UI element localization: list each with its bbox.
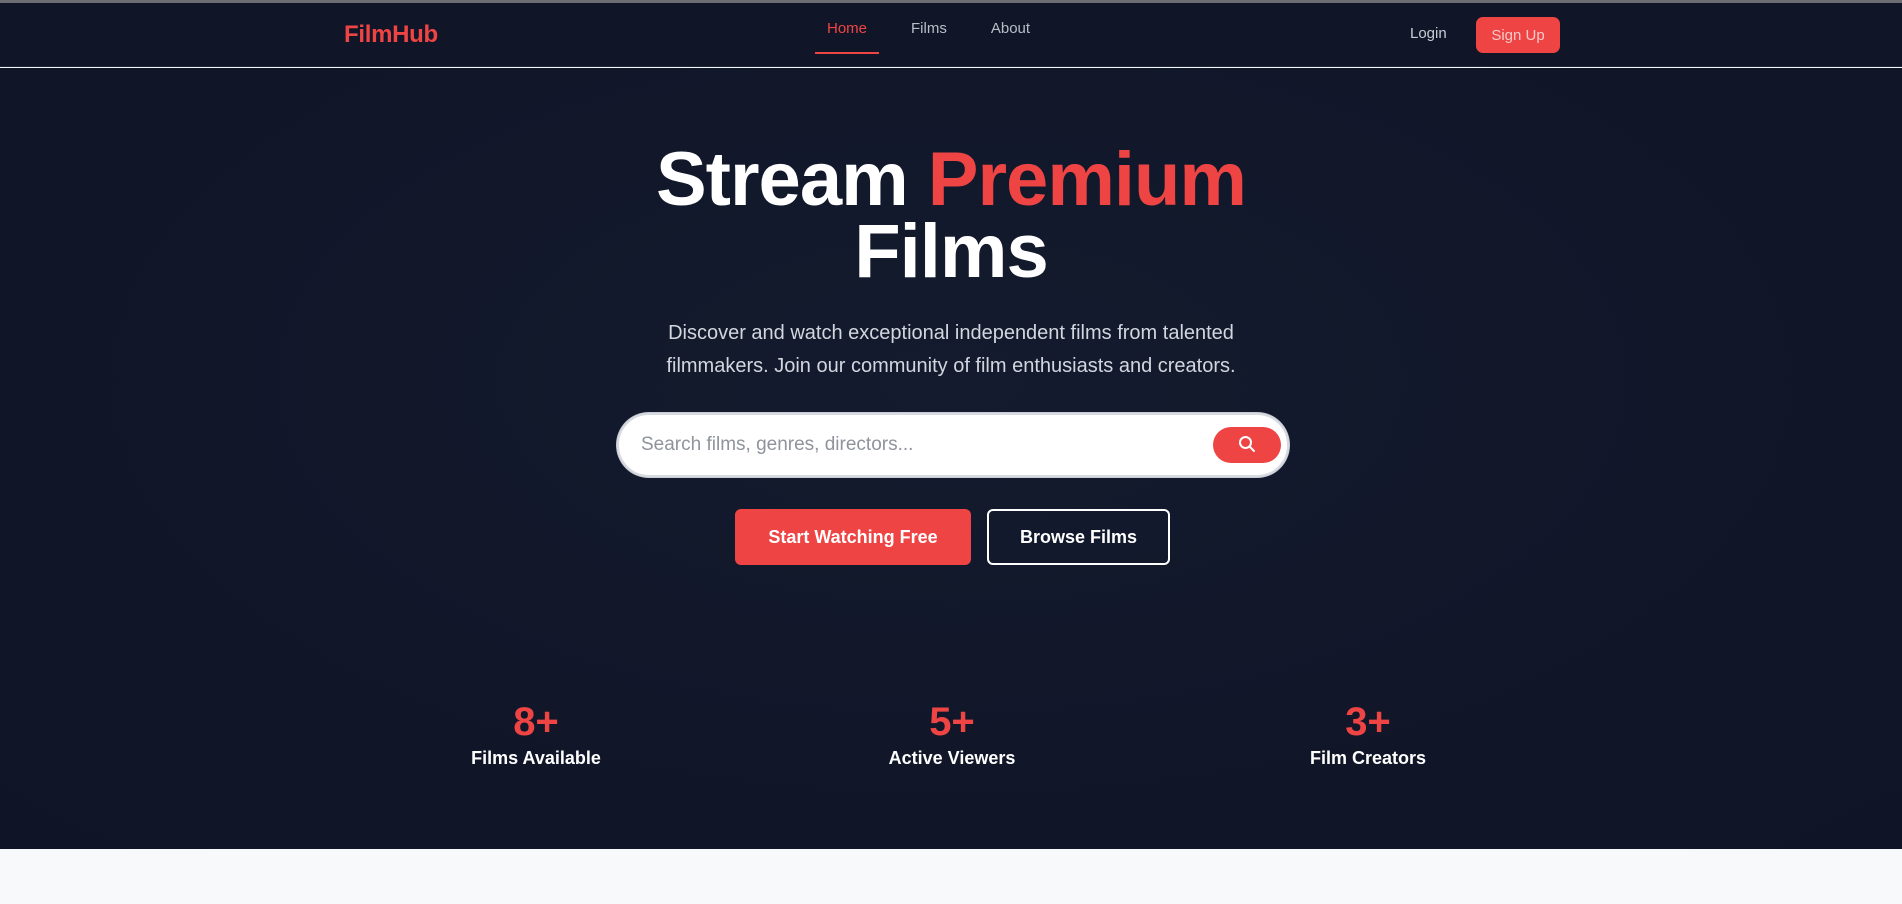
- hero-subtitle: Discover and watch exceptional independe…: [666, 322, 1236, 377]
- search-bar: [617, 413, 1289, 477]
- browse-films-button[interactable]: Browse Films: [987, 509, 1170, 565]
- login-link[interactable]: Login: [1410, 25, 1447, 42]
- nav-item-label: Films: [911, 19, 947, 37]
- nav-item-films[interactable]: Films: [899, 3, 959, 53]
- search-icon: [1238, 435, 1256, 456]
- hero-headline: Stream Premium Films: [0, 142, 1902, 290]
- stat-viewers: 5+ Active Viewers: [832, 700, 1072, 769]
- stat-label: Films Available: [471, 748, 601, 768]
- nav-item-about[interactable]: About: [979, 3, 1042, 53]
- stat-value: 8+: [513, 700, 559, 744]
- nav-item-label: Home: [827, 19, 868, 37]
- stat-films: 8+ Films Available: [416, 700, 656, 769]
- search-input[interactable]: [641, 415, 1201, 475]
- nav-item-label: About: [990, 19, 1031, 37]
- headline-text-line2: Films: [854, 209, 1048, 294]
- search-button[interactable]: [1213, 427, 1281, 463]
- stat-value: 3+: [1345, 700, 1391, 744]
- hero-section: Stream Premium Films Discover and watch …: [0, 68, 1902, 849]
- start-watching-button[interactable]: Start Watching Free: [735, 509, 971, 565]
- stat-label: Active Viewers: [888, 748, 1016, 768]
- stat-value: 5+: [929, 700, 975, 744]
- main-nav: Home Films About: [815, 3, 1062, 67]
- stat-creators: 3+ Film Creators: [1248, 700, 1488, 769]
- nav-item-home[interactable]: Home: [815, 3, 880, 54]
- navbar: FilmHub Home Films About Login Sign Up: [0, 3, 1902, 67]
- signup-button[interactable]: Sign Up: [1476, 17, 1560, 53]
- stat-label: Film Creators: [1309, 748, 1427, 768]
- brand-logo[interactable]: FilmHub: [344, 21, 438, 49]
